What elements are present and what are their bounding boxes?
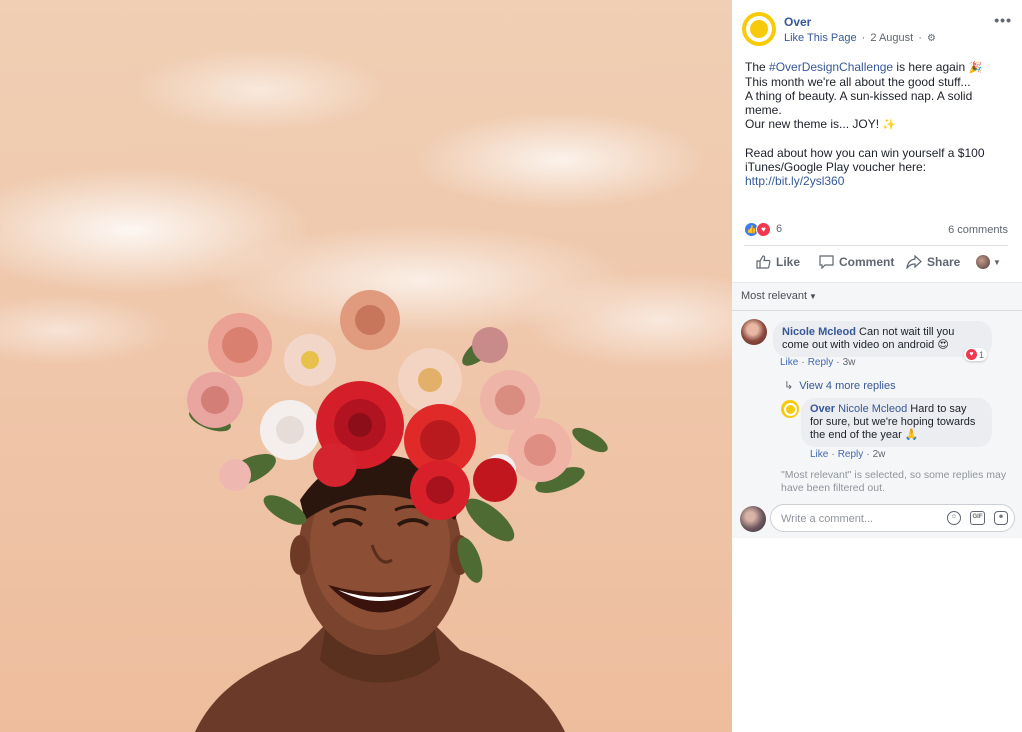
reply-reply-link[interactable]: Reply xyxy=(838,449,864,460)
comments-section: Most relevant ▼ Nicole Mcleod Can not wai… xyxy=(732,282,1022,538)
post-header: Over Like This Page · 2 August · ⚙ ••• xyxy=(742,12,1012,48)
view-more-replies-link[interactable]: ↳ View 4 more replies xyxy=(784,379,896,392)
comment-icon xyxy=(819,255,834,269)
user-avatar xyxy=(976,255,990,269)
reaction-count[interactable]: 6 xyxy=(776,223,782,235)
voucher-link[interactable]: http://bit.ly/2ysl360 xyxy=(745,174,1007,188)
emoji-icon[interactable]: ☺ xyxy=(947,511,961,525)
sparkles-emoji: ✨ xyxy=(882,119,897,131)
love-reaction-icon[interactable]: ♥ xyxy=(756,222,771,237)
heart-icon: ♥ xyxy=(966,349,977,360)
sticker-icon[interactable]: ☻ xyxy=(994,511,1008,525)
post-date[interactable]: 2 August xyxy=(870,32,913,44)
comments-count-link[interactable]: 6 comments xyxy=(948,224,1008,236)
comment-like-link[interactable]: Like xyxy=(780,357,798,368)
thumbs-up-icon xyxy=(756,255,771,269)
comment-button[interactable]: Comment xyxy=(819,255,894,269)
comment-actions: Like · Reply · 3w xyxy=(780,357,856,368)
comment-bubble: Nicole Mcleod Can not wait till you come… xyxy=(773,321,992,357)
gif-icon[interactable]: GIF xyxy=(970,511,985,525)
reply-bubble: Over Nicole Mcleod Hard to say for sure,… xyxy=(801,398,992,447)
comment-reply-link[interactable]: Reply xyxy=(808,357,834,368)
comment-placeholder: Write a comment... xyxy=(781,513,874,525)
chevron-down-icon: ▼ xyxy=(993,257,1001,267)
comment-author[interactable]: Nicole Mcleod xyxy=(782,326,856,338)
hashtag-link[interactable]: #OverDesignChallenge xyxy=(769,60,893,74)
filter-note: "Most relevant" is selected, so some rep… xyxy=(781,469,1007,494)
post-meta: Like This Page · 2 August · ⚙ xyxy=(784,32,936,44)
heart-eyes-emoji: 😍 xyxy=(937,339,949,351)
gear-icon[interactable]: ⚙ xyxy=(927,33,936,44)
commenter-avatar[interactable] xyxy=(741,319,767,345)
page-name-link[interactable]: Over xyxy=(784,15,811,29)
post-photo[interactable] xyxy=(0,0,732,732)
more-options-icon[interactable]: ••• xyxy=(994,12,1012,28)
post-actions: Like Comment Share ▼ xyxy=(744,249,1008,277)
comment-sort-dropdown[interactable]: Most relevant ▼ xyxy=(741,290,817,302)
reply-page-avatar[interactable] xyxy=(781,400,799,418)
write-comment-row: Write a comment... ☺ GIF ☻ xyxy=(732,500,1022,538)
like-page-link[interactable]: Like This Page xyxy=(784,32,857,44)
reply-mention[interactable]: Nicole Mcleod xyxy=(838,403,907,415)
share-icon xyxy=(906,255,922,269)
like-button[interactable]: Like xyxy=(756,255,800,269)
current-user-avatar xyxy=(740,506,766,532)
comment-input[interactable]: Write a comment... ☺ GIF ☻ xyxy=(770,504,1015,532)
comment-reply: Over Nicole Mcleod Hard to say for sure,… xyxy=(781,398,1011,460)
post-panel: Over Like This Page · 2 August · ⚙ ••• T… xyxy=(732,0,1022,732)
reply-arrow-icon: ↳ xyxy=(784,380,794,392)
reply-time[interactable]: 2w xyxy=(873,449,886,460)
share-button[interactable]: Share xyxy=(906,255,960,269)
comment: Nicole Mcleod Can not wait till you come… xyxy=(741,319,1011,369)
reply-actions: Like · Reply · 2w xyxy=(810,449,886,460)
party-emoji: 🎉 xyxy=(968,62,983,74)
reply-like-link[interactable]: Like xyxy=(810,449,828,460)
reactions-bar: 👍 ♥ 6 6 comments xyxy=(744,222,1008,238)
divider xyxy=(744,245,1008,246)
photo-illustration xyxy=(187,290,608,732)
praying-hands-emoji: 🙏 xyxy=(904,429,919,441)
post-text: The #OverDesignChallenge is here again 🎉… xyxy=(745,60,1007,188)
comment-reactions[interactable]: ♥ 1 xyxy=(964,348,988,361)
comment-time[interactable]: 3w xyxy=(843,357,856,368)
reply-author[interactable]: Over xyxy=(810,403,835,415)
chevron-down-icon: ▼ xyxy=(809,292,817,301)
page-avatar[interactable] xyxy=(742,12,776,46)
post-as-selector[interactable]: ▼ xyxy=(976,255,1001,269)
